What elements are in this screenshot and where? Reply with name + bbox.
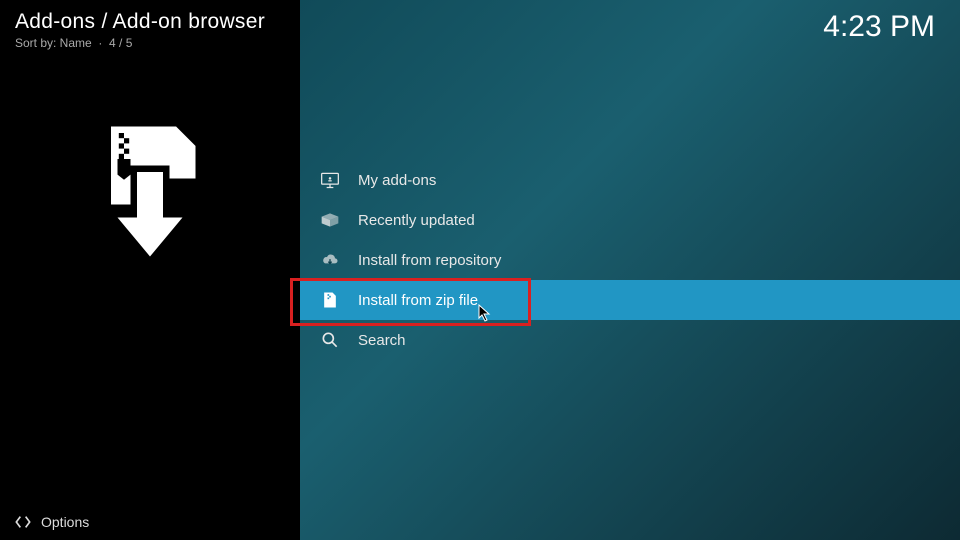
box-open-icon	[320, 210, 340, 230]
menu-label: My add-ons	[358, 172, 436, 189]
menu-label: Recently updated	[358, 212, 475, 229]
monitor-icon	[320, 170, 340, 190]
page-title: Add-ons / Add-on browser	[15, 10, 285, 34]
menu-item-install-repository[interactable]: Install from repository	[300, 240, 960, 280]
options-button[interactable]: Options	[0, 504, 104, 540]
zip-file-icon	[320, 290, 340, 310]
menu-item-recently-updated[interactable]: Recently updated	[300, 200, 960, 240]
list-position: 4 / 5	[109, 36, 132, 50]
menu-label: Install from zip file	[358, 292, 478, 309]
search-icon	[320, 330, 340, 350]
sidebar: Add-ons / Add-on browser Sort by: Name ·…	[0, 0, 300, 540]
menu-item-install-zip[interactable]: Install from zip file	[300, 280, 960, 320]
sort-label: Sort by: Name	[15, 36, 92, 50]
menu-label: Search	[358, 332, 406, 349]
sort-info: Sort by: Name · 4 / 5	[15, 36, 285, 50]
menu-item-search[interactable]: Search	[300, 320, 960, 360]
header: Add-ons / Add-on browser Sort by: Name ·…	[0, 0, 300, 60]
options-icon	[15, 514, 31, 530]
install-zip-big-icon	[85, 120, 215, 263]
options-label: Options	[41, 514, 89, 530]
menu-label: Install from repository	[358, 252, 501, 269]
main-list: My add-ons Recently updated Install from…	[300, 0, 960, 540]
menu-item-my-addons[interactable]: My add-ons	[300, 160, 960, 200]
cloud-download-icon	[320, 250, 340, 270]
clock: 4:23 PM	[823, 10, 935, 44]
